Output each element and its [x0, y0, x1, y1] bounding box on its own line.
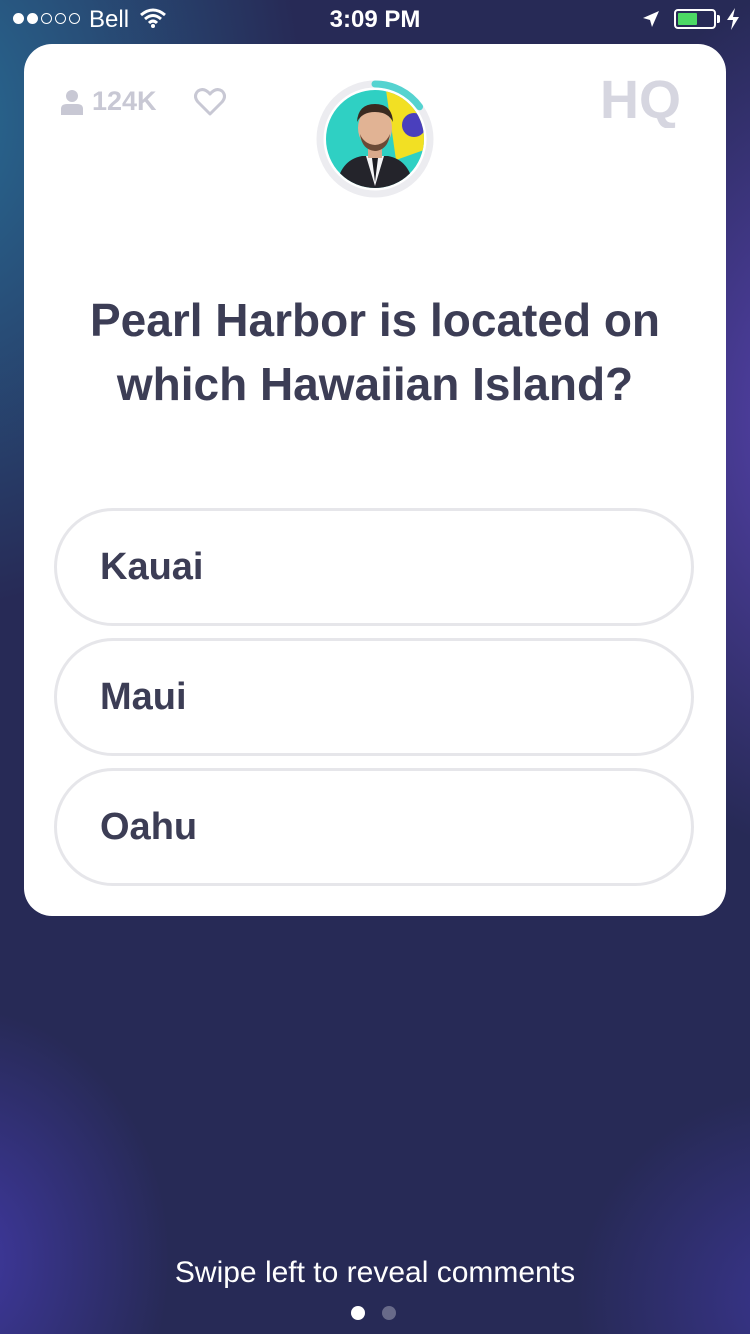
viewer-count: 124K — [92, 86, 157, 116]
page-dot-1[interactable] — [351, 1306, 365, 1320]
answer-option-maui[interactable]: Maui — [54, 638, 694, 756]
host-avatar-timer — [314, 78, 436, 200]
answer-label: Oahu — [100, 805, 198, 848]
hq-logo-text: HQ — [600, 72, 681, 128]
host-avatar — [326, 90, 424, 188]
viewer-counter: 124K — [60, 86, 157, 117]
answer-label: Kauai — [100, 545, 204, 588]
charging-bolt-icon — [727, 8, 739, 30]
swipe-hint: Swipe left to reveal comments — [174, 1256, 576, 1289]
page-indicator[interactable] — [351, 1306, 396, 1320]
heart-icon[interactable] — [194, 88, 226, 116]
battery-level-fill — [678, 13, 697, 25]
battery-tip — [717, 15, 720, 23]
battery-icon — [674, 9, 716, 29]
clock: 3:09 PM — [329, 6, 421, 33]
hq-logo-icon: HQ — [600, 72, 681, 128]
status-bar: Bell 3:09 PM — [0, 0, 750, 40]
answer-label: Maui — [100, 675, 187, 718]
answer-option-kauai[interactable]: Kauai — [54, 508, 694, 626]
person-icon — [61, 89, 83, 115]
question-card: 124K HQ Pearl Harbor is located on which… — [24, 44, 726, 916]
page-dot-2[interactable] — [382, 1306, 396, 1320]
answer-option-oahu[interactable]: Oahu — [54, 768, 694, 886]
location-arrow-icon — [643, 11, 659, 27]
question-text: Pearl Harbor is located on which Hawaiia… — [89, 294, 661, 410]
